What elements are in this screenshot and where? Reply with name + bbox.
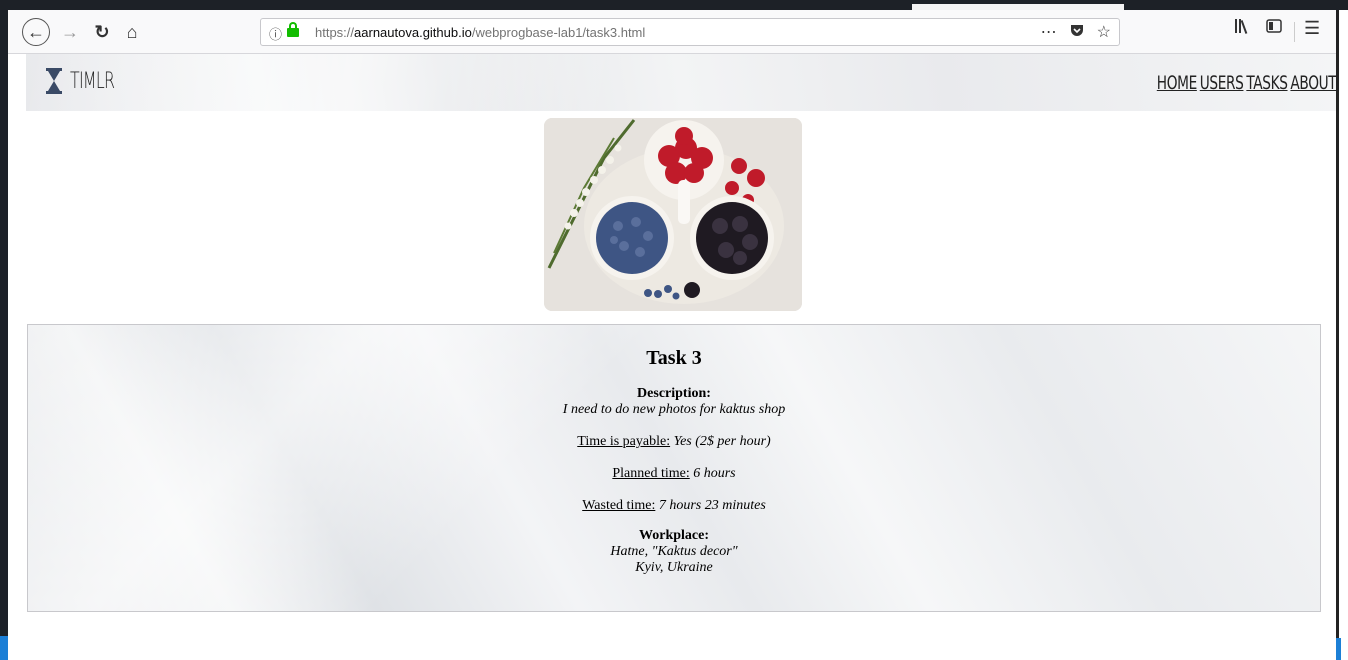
library-icon[interactable] xyxy=(1234,18,1252,39)
nav-home[interactable]: HOME xyxy=(1157,72,1197,94)
browser-window: ← → ↻ ⌂ ⓘ https://aarnautova.github.io/w… xyxy=(8,10,1336,660)
toolbar-separator xyxy=(1294,22,1295,42)
forward-icon[interactable]: → xyxy=(56,18,84,46)
wasted-label: Wasted time: xyxy=(582,498,656,513)
bookmark-star-icon[interactable]: ☆ xyxy=(1097,22,1111,43)
taskbar-accent-right xyxy=(1336,638,1341,660)
task-title: Task 3 xyxy=(646,347,702,369)
task-photo xyxy=(544,118,802,311)
pocket-icon[interactable] xyxy=(1069,22,1085,43)
sidebar-icon[interactable] xyxy=(1266,18,1282,39)
url-actions: ⋯ ☆ xyxy=(1041,22,1111,43)
site-logo[interactable]: TIMLR xyxy=(46,68,131,94)
lock-icon[interactable] xyxy=(287,22,299,38)
planned-row: Planned time: 6 hours xyxy=(28,466,1320,482)
wasted-value: 7 hours 23 minutes xyxy=(658,498,766,513)
more-icon[interactable]: ⋯ xyxy=(1041,22,1057,43)
reload-icon[interactable]: ↻ xyxy=(88,18,116,46)
home-icon[interactable]: ⌂ xyxy=(118,18,146,46)
wasted-row: Wasted time: 7 hours 23 minutes xyxy=(28,498,1320,514)
logo-text: TIMLR xyxy=(70,68,115,94)
desktop-right-edge xyxy=(1336,10,1348,660)
browser-toolbar: ← → ↻ ⌂ ⓘ https://aarnautova.github.io/w… xyxy=(8,10,1336,54)
task-card: Task 3 Description: I need to do new pho… xyxy=(27,324,1321,612)
description-text: I need to do new photos for kaktus shop xyxy=(562,402,786,417)
url-bar[interactable]: ⓘ https://aarnautova.github.io/webprogba… xyxy=(260,18,1120,46)
description-label: Description: xyxy=(637,386,711,401)
nav-tasks[interactable]: TASKS xyxy=(1246,72,1288,94)
nav-users[interactable]: USERS xyxy=(1199,72,1243,94)
site-header: TIMLR HOME USERS TASKS ABOUT xyxy=(26,54,1336,111)
tab-strip xyxy=(0,0,1348,10)
menu-icon[interactable]: ☰ xyxy=(1304,18,1320,39)
workplace-label: Workplace: xyxy=(639,528,709,543)
payable-value: Yes (2$ per hour) xyxy=(673,434,771,449)
nav-about[interactable]: ABOUT xyxy=(1290,72,1336,94)
site-nav: HOME USERS TASKS ABOUT xyxy=(1157,72,1336,94)
desktop-left-edge xyxy=(0,10,8,660)
payable-label: Time is payable: xyxy=(577,434,671,449)
info-icon[interactable]: ⓘ xyxy=(269,24,282,43)
taskbar-accent-left xyxy=(0,636,8,660)
planned-value: 6 hours xyxy=(693,466,736,481)
planned-label: Planned time: xyxy=(612,466,690,481)
workplace-line2: Kyiv, Ukraine xyxy=(635,560,713,575)
back-icon[interactable]: ← xyxy=(22,18,50,46)
payable-row: Time is payable: Yes (2$ per hour) xyxy=(28,434,1320,450)
workplace-line1: Hatne, "Kaktus decor" xyxy=(610,544,738,559)
hourglass-icon xyxy=(46,68,62,94)
window-border xyxy=(1336,10,1339,660)
url-text[interactable]: https://aarnautova.github.io/webprogbase… xyxy=(315,25,645,40)
